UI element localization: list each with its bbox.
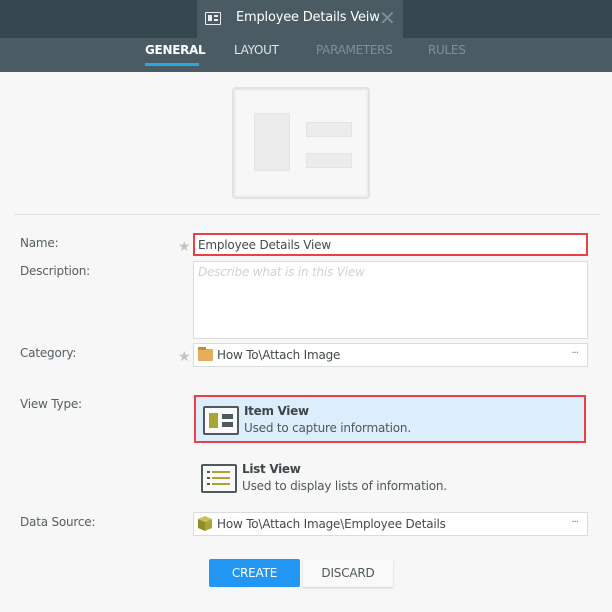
item-view-description: Used to capture information. — [244, 421, 411, 435]
view-type-list-view[interactable]: List View Used to display lists of infor… — [194, 455, 586, 503]
active-tab-indicator — [145, 63, 199, 66]
document-tab[interactable]: Employee Details Veiw ✕ — [197, 0, 403, 38]
data-source-browse-button[interactable]: ··· — [571, 517, 578, 528]
preview-image-placeholder — [254, 113, 290, 171]
folder-icon — [198, 347, 213, 361]
view-type-label: View Type: — [20, 397, 82, 411]
preview-field-placeholder — [306, 122, 352, 137]
list-view-title: List View — [242, 462, 301, 476]
list-view-description: Used to display lists of information. — [242, 479, 447, 493]
tab-general[interactable]: GENERAL — [145, 43, 206, 57]
close-icon[interactable]: ✕ — [379, 8, 396, 28]
list-view-icon — [201, 464, 237, 493]
smartobject-cube-icon — [198, 516, 212, 531]
tab-rules[interactable]: RULES — [428, 43, 466, 57]
document-tab-title: Employee Details Veiw — [236, 10, 380, 25]
tab-layout[interactable]: LAYOUT — [234, 43, 279, 57]
divider — [14, 214, 600, 215]
category-value: How To\Attach Image — [217, 348, 341, 362]
title-bar: Employee Details Veiw ✕ — [0, 0, 612, 38]
section-tabs: GENERAL LAYOUT PARAMETERS RULES — [0, 38, 612, 72]
data-source-label: Data Source: — [20, 515, 96, 529]
description-label: Description: — [20, 264, 90, 278]
name-value: Employee Details View — [198, 238, 331, 252]
category-label: Category: — [20, 346, 77, 360]
item-view-title: Item View — [244, 404, 309, 418]
category-picker[interactable]: How To\Attach Image ··· — [193, 343, 588, 367]
required-star-icon: ★ — [178, 239, 191, 255]
tab-parameters[interactable]: PARAMETERS — [316, 43, 393, 57]
name-input[interactable]: Employee Details View — [193, 233, 588, 256]
item-view-icon — [203, 406, 239, 435]
description-placeholder: Describe what is in this View — [198, 265, 365, 279]
category-browse-button[interactable]: ··· — [571, 348, 578, 359]
data-source-picker[interactable]: How To\Attach Image\Employee Details ··· — [193, 512, 588, 536]
view-icon — [205, 12, 221, 25]
preview-field-placeholder — [306, 153, 352, 168]
view-type-item-view[interactable]: Item View Used to capture information. — [194, 395, 586, 443]
description-textarea[interactable]: Describe what is in this View — [193, 261, 588, 339]
data-source-value: How To\Attach Image\Employee Details — [217, 517, 446, 531]
name-label: Name: — [20, 236, 59, 250]
discard-button[interactable]: DISCARD — [303, 559, 393, 587]
required-star-icon: ★ — [178, 349, 191, 365]
create-button[interactable]: CREATE — [209, 559, 300, 587]
view-preview-thumbnail — [232, 87, 370, 199]
